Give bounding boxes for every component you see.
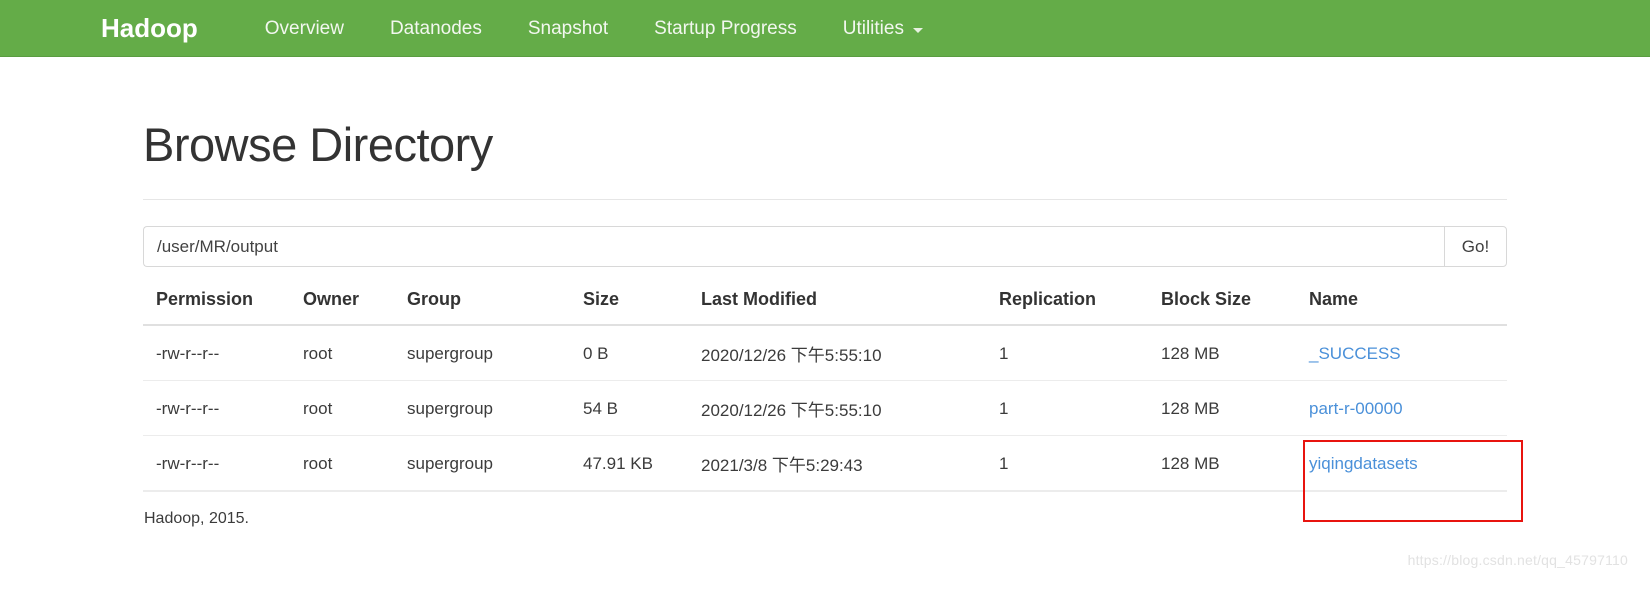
- cell-replication: 1: [999, 435, 1161, 492]
- page-title: Browse Directory: [143, 118, 493, 171]
- column-header-permission[interactable]: Permission: [143, 289, 303, 327]
- path-form: Go!: [143, 226, 1507, 268]
- cell-block-size: 128 MB: [1161, 325, 1309, 382]
- go-button[interactable]: Go!: [1444, 226, 1507, 268]
- cell-size: 54 B: [583, 380, 701, 437]
- file-link-yiqingdatasets[interactable]: yiqingdatasets: [1309, 454, 1418, 473]
- cell-group: supergroup: [407, 435, 583, 492]
- cell-permission: -rw-r--r--: [143, 380, 303, 437]
- file-link-part-r-00000[interactable]: part-r-00000: [1309, 399, 1403, 418]
- cell-replication: 1: [999, 380, 1161, 437]
- page-root: Hadoop Overview Datanodes Snapshot Start…: [0, 0, 1650, 592]
- nav-item-overview[interactable]: Overview: [242, 19, 367, 38]
- cell-block-size: 128 MB: [1161, 380, 1309, 437]
- nav-item-utilities[interactable]: Utilities: [820, 19, 946, 38]
- nav-item-datanodes[interactable]: Datanodes: [367, 19, 505, 38]
- nav-item-startup-progress[interactable]: Startup Progress: [631, 19, 820, 38]
- cell-owner: root: [303, 380, 407, 437]
- brand-hadoop[interactable]: Hadoop: [101, 15, 198, 41]
- cell-group: supergroup: [407, 325, 583, 382]
- table-header-row: Permission Owner Group Size Last Modifie…: [143, 289, 1507, 327]
- nav-links: Overview Datanodes Snapshot Startup Prog…: [242, 19, 946, 38]
- cell-group: supergroup: [407, 380, 583, 437]
- cell-last-modified: 2020/12/26 下午5:55:10: [701, 325, 999, 382]
- column-header-block-size[interactable]: Block Size: [1161, 289, 1309, 327]
- column-header-replication[interactable]: Replication: [999, 289, 1161, 327]
- cell-last-modified: 2021/3/8 下午5:29:43: [701, 435, 999, 492]
- footer-container: Hadoop, 2015.: [125, 491, 1525, 528]
- directory-listing-table: Permission Owner Group Size Last Modifie…: [143, 289, 1507, 492]
- cell-permission: -rw-r--r--: [143, 325, 303, 382]
- chevron-down-icon: [912, 27, 923, 33]
- footer-text: Hadoop, 2015.: [144, 510, 249, 528]
- cell-block-size: 128 MB: [1161, 435, 1309, 492]
- cell-size: 0 B: [583, 325, 701, 382]
- nav-item-snapshot[interactable]: Snapshot: [505, 19, 631, 38]
- column-header-size[interactable]: Size: [583, 289, 701, 327]
- top-navbar: Hadoop Overview Datanodes Snapshot Start…: [0, 0, 1650, 57]
- main-container: Browse Directory Go! Permission Owner Gr…: [125, 118, 1525, 492]
- column-header-group[interactable]: Group: [407, 289, 583, 327]
- cell-name: yiqingdatasets: [1309, 435, 1507, 492]
- file-link-success[interactable]: _SUCCESS: [1309, 344, 1401, 363]
- table-row: -rw-r--r-- root supergroup 0 B 2020/12/2…: [143, 325, 1507, 382]
- column-header-last-modified[interactable]: Last Modified: [701, 289, 999, 327]
- cell-size: 47.91 KB: [583, 435, 701, 492]
- cell-name: _SUCCESS: [1309, 325, 1507, 382]
- column-header-owner[interactable]: Owner: [303, 289, 407, 327]
- table-row: -rw-r--r-- root supergroup 47.91 KB 2021…: [143, 435, 1507, 492]
- nav-item-utilities-label: Utilities: [842, 17, 904, 39]
- table-row: -rw-r--r-- root supergroup 54 B 2020/12/…: [143, 380, 1507, 437]
- cell-replication: 1: [999, 325, 1161, 382]
- cell-name: part-r-00000: [1309, 380, 1507, 437]
- cell-owner: root: [303, 325, 407, 382]
- cell-last-modified: 2020/12/26 下午5:55:10: [701, 380, 999, 437]
- table-head: Permission Owner Group Size Last Modifie…: [143, 289, 1507, 327]
- directory-path-input[interactable]: [143, 226, 1444, 268]
- column-header-name[interactable]: Name: [1309, 289, 1507, 327]
- csdn-watermark: https://blog.csdn.net/qq_45797110: [1407, 552, 1628, 568]
- table-body: -rw-r--r-- root supergroup 0 B 2020/12/2…: [143, 325, 1507, 492]
- cell-permission: -rw-r--r--: [143, 435, 303, 492]
- title-divider: [143, 199, 1507, 201]
- cell-owner: root: [303, 435, 407, 492]
